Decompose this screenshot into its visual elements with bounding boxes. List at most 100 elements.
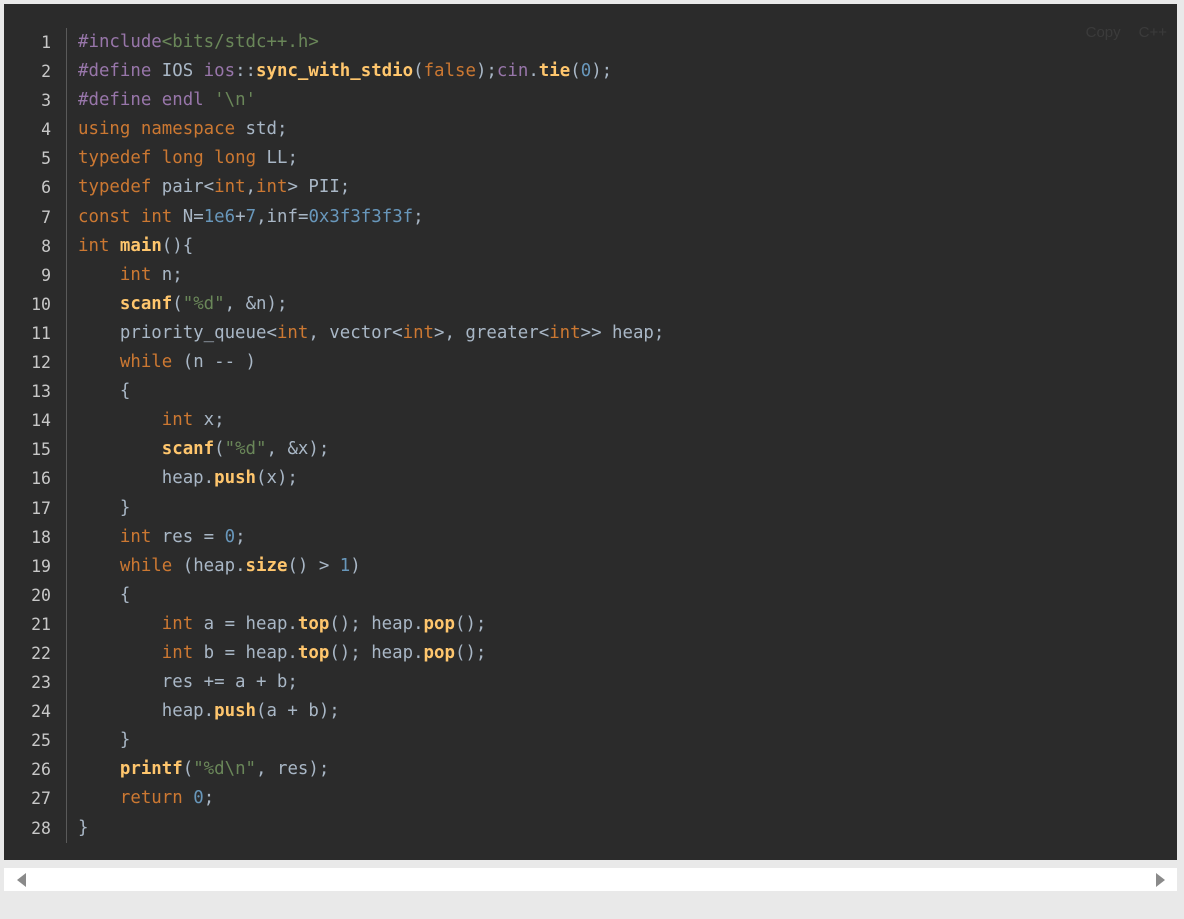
code-token: int bbox=[140, 206, 173, 227]
code-token: pop bbox=[423, 613, 455, 634]
line-number: 18 bbox=[31, 527, 51, 547]
line-number: 1 bbox=[41, 33, 51, 52]
code-token: a = heap. bbox=[193, 613, 298, 634]
code-token: "%d" bbox=[224, 439, 267, 460]
code-token: sync_with_stdio bbox=[256, 61, 414, 82]
line-number: 3 bbox=[41, 91, 51, 111]
code-line: int b = heap.top(); heap.pop(); bbox=[78, 639, 664, 668]
code-token: { bbox=[78, 381, 131, 402]
code-token: 1 bbox=[339, 555, 351, 576]
code-token: (); heap. bbox=[329, 642, 424, 663]
code-token: } bbox=[78, 497, 131, 518]
code-line: typedef pair<int,int> PII; bbox=[78, 173, 664, 202]
code-token: pair< bbox=[151, 177, 215, 198]
code-token: 1e6 bbox=[203, 206, 236, 227]
code-line: priority_queue<int, vector<int>, greater… bbox=[78, 319, 665, 348]
code-line: } bbox=[78, 814, 664, 843]
code-token: printf bbox=[119, 759, 183, 780]
code-token: heap. bbox=[78, 468, 215, 489]
code-token: 0 bbox=[580, 61, 592, 82]
code-token: + bbox=[235, 206, 246, 227]
line-number: 26 bbox=[31, 760, 51, 780]
code-token: , vector< bbox=[308, 322, 403, 343]
code-token: ios bbox=[203, 61, 236, 82]
code-token: >, greater< bbox=[434, 322, 550, 343]
code-line: int n; bbox=[78, 261, 664, 290]
code-token: using bbox=[78, 119, 131, 140]
code-token: int bbox=[161, 410, 194, 431]
line-number: 28 bbox=[31, 818, 51, 838]
line-number: 20 bbox=[31, 585, 51, 605]
code-token: . bbox=[528, 61, 539, 82]
code-line: const int N=1e6+7,inf=0x3f3f3f3f; bbox=[78, 203, 664, 232]
line-number: 4 bbox=[41, 120, 51, 140]
code-token: #define bbox=[78, 90, 152, 111]
code-token: ; bbox=[235, 526, 246, 547]
code-token: int bbox=[214, 177, 246, 198]
code-token: main bbox=[119, 235, 162, 256]
code-token: "%d\n" bbox=[193, 759, 257, 780]
code-line: while (heap.size() > 1) bbox=[78, 552, 664, 581]
code-line: return 0; bbox=[78, 784, 664, 813]
code-token: >> heap; bbox=[580, 322, 665, 343]
line-number: 24 bbox=[31, 702, 51, 722]
line-number: 12 bbox=[31, 353, 51, 373]
code-token: 0 bbox=[224, 526, 236, 547]
line-number: 8 bbox=[41, 236, 51, 256]
code-token: IOS bbox=[151, 61, 204, 82]
code-token: size bbox=[245, 555, 288, 576]
code-token: 0 bbox=[193, 788, 204, 809]
line-number: 15 bbox=[31, 440, 51, 460]
gutter-divider bbox=[66, 28, 67, 843]
line-number: 9 bbox=[41, 265, 51, 285]
code-token: while bbox=[119, 555, 173, 576]
code-token: std; bbox=[235, 119, 288, 140]
line-number: 7 bbox=[41, 207, 51, 227]
code-line: heap.push(a + b); bbox=[78, 697, 664, 726]
code-token: > PII; bbox=[287, 177, 351, 198]
code-token: , &x); bbox=[266, 439, 330, 460]
line-number: 13 bbox=[31, 382, 51, 402]
code-line: int main(){ bbox=[78, 232, 664, 261]
code-token: res = bbox=[151, 526, 225, 547]
code-token: , &n); bbox=[224, 293, 288, 314]
code-token: cin bbox=[496, 61, 529, 82]
code-token: int bbox=[78, 235, 110, 256]
code-toolbar: Copy C++ bbox=[1086, 24, 1167, 41]
arrow-left-icon[interactable] bbox=[17, 873, 26, 887]
code-token: int bbox=[161, 613, 194, 634]
horizontal-scrollbar[interactable] bbox=[4, 868, 1177, 891]
code-token: b = heap. bbox=[193, 642, 298, 663]
code-token: #define bbox=[78, 61, 152, 82]
code-token: (); heap. bbox=[329, 613, 424, 634]
code-token: false bbox=[423, 61, 476, 82]
code-token: scanf bbox=[161, 439, 215, 460]
code-token: (){ bbox=[161, 235, 194, 256]
code-token: () > bbox=[287, 555, 340, 576]
code-line: } bbox=[78, 726, 664, 755]
code-content[interactable]: #include<bits/stdc++.h> #define IOS ios::… bbox=[78, 28, 664, 843]
code-token: } bbox=[78, 817, 89, 838]
code-line: typedef long long LL; bbox=[78, 144, 664, 173]
code-block: Copy C++ 1 2 3 4 5 6 7 8 9 10 11 12 13 14 15 16 17 18 19 20… bbox=[4, 4, 1177, 860]
line-number: 21 bbox=[31, 614, 51, 634]
code-token: int bbox=[256, 177, 288, 198]
code-token: ; bbox=[413, 206, 424, 227]
code-token: '\n' bbox=[214, 90, 257, 111]
copy-button[interactable]: Copy bbox=[1086, 24, 1121, 41]
code-line: heap.push(x); bbox=[78, 464, 664, 493]
code-token: heap. bbox=[78, 701, 215, 722]
code-token: namespace bbox=[140, 119, 236, 140]
line-number: 2 bbox=[41, 62, 51, 82]
code-line: scanf("%d", &n); bbox=[78, 290, 664, 319]
arrow-right-icon[interactable] bbox=[1156, 873, 1165, 887]
code-token: } bbox=[78, 730, 131, 751]
code-token: :: bbox=[235, 61, 257, 82]
code-token: , bbox=[245, 177, 257, 198]
